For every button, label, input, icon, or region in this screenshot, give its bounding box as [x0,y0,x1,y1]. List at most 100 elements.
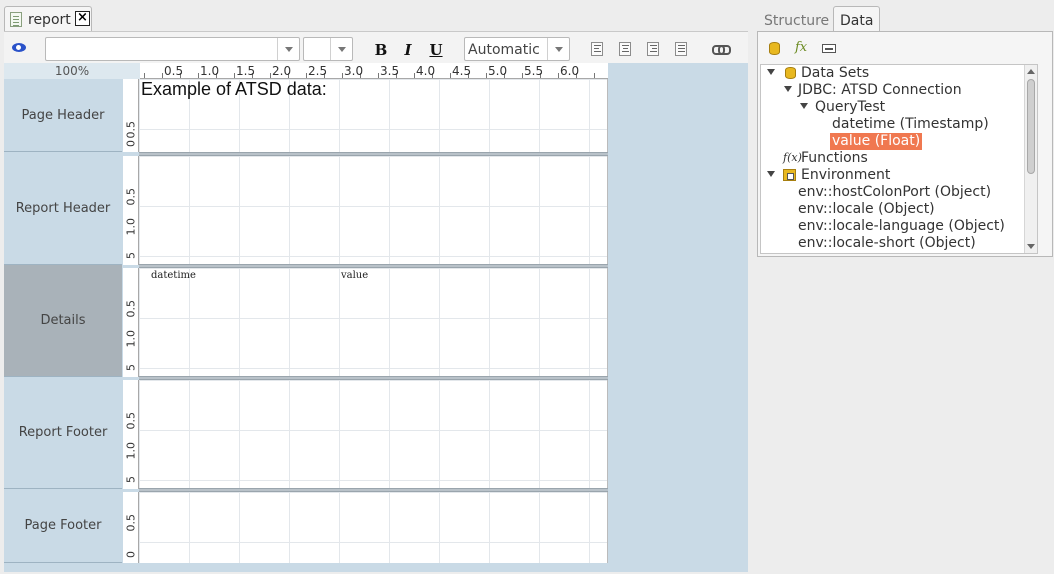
ruler-tick-label: 4.0 [416,64,436,78]
tree-node-data-sets[interactable]: Data Sets [801,65,869,82]
underline-button[interactable]: U [427,41,445,59]
tree-node-functions[interactable]: Functions [801,150,868,167]
field-value[interactable]: value [341,270,368,281]
report-title-label[interactable]: Example of ATSD data: [141,79,327,100]
align-justify-icon[interactable] [675,42,687,56]
ruler-tick-label: 5.0 [488,64,508,78]
expand-toggle-icon[interactable] [767,171,775,177]
font-size-combo[interactable] [303,37,353,61]
tree-node-env-item[interactable]: env::locale-language (Object) [798,218,1005,235]
text-color-combo[interactable]: Automatic [464,37,570,61]
ruler-tick [342,73,343,78]
ruler-label: 0.5 [124,412,138,430]
band-label-report-footer[interactable]: Report Footer [4,377,122,489]
ruler-tick [450,73,451,78]
ruler-label: 0.5 [124,188,138,206]
database-icon [785,67,796,79]
editor-tab-report[interactable]: report × [4,6,92,31]
expand-toggle-icon[interactable] [784,86,792,92]
tree-node-querytest[interactable]: QueryTest [815,99,885,116]
ruler-tick [594,73,595,78]
ruler-tick [270,73,271,78]
ruler-tick [486,73,487,78]
scroll-down-icon[interactable] [1027,244,1035,249]
ruler-tick-label: 5.5 [524,64,544,78]
band-report-header[interactable] [139,156,608,264]
band-page-header[interactable]: Example of ATSD data: [139,79,608,152]
align-left-icon[interactable] [591,42,603,56]
add-data-source-icon[interactable] [769,42,780,55]
tab-data[interactable]: Data [833,6,881,34]
align-right-icon[interactable] [647,42,659,56]
ruler-tick [144,73,145,78]
ruler-tick-label: 2.5 [308,64,328,78]
report-bands: Page Header 0.5 0 Example of ATSD data: … [4,79,624,574]
function-icon[interactable]: fx [795,40,807,55]
italic-button[interactable]: I [399,41,417,59]
ruler-tick-label: 0.5 [164,64,184,78]
chevron-down-icon[interactable] [277,38,299,60]
tab-structure[interactable]: Structure [757,6,836,34]
tree-node-datetime-field[interactable]: datetime (Timestamp) [832,116,989,133]
ruler-label: 5 [124,476,138,483]
panel-tabs: Structure Data [757,3,1054,34]
ruler-label: 5 [124,364,138,371]
ruler-label: 0 [124,551,138,558]
bold-button[interactable]: B [372,41,390,59]
zoom-level: 100% [4,63,140,79]
tree-node-env-item[interactable]: env::hostColonPort (Object) [798,184,991,201]
parameter-icon[interactable] [822,44,836,53]
scroll-up-icon[interactable] [1027,69,1035,74]
ruler-tick-label: 2.0 [272,64,292,78]
align-center-icon[interactable] [619,42,631,56]
band-page-footer[interactable] [139,492,608,563]
chevron-down-icon[interactable] [330,38,352,60]
expand-toggle-icon[interactable] [800,103,808,109]
tree-node-value-field[interactable]: value (Float) [830,133,923,150]
ruler-tick-label: 3.0 [344,64,364,78]
band-ruler: 0.5 0 [123,79,139,152]
band-ruler: 0.5 1.0 5 [123,156,139,265]
band-label-page-footer[interactable]: Page Footer [4,489,122,563]
ruler-label: 0.5 [124,514,138,532]
ruler-tick [234,73,235,78]
ruler-tick-label: 1.0 [200,64,220,78]
band-label-details[interactable]: Details [4,265,122,377]
ruler-tick-label: 6.0 [560,64,580,78]
band-details[interactable]: datetime value [139,268,608,376]
tree-node-env-item[interactable]: env::locale (Object) [798,201,935,218]
tree-node-environment[interactable]: Environment [801,167,890,184]
font-family-combo[interactable] [45,37,300,61]
ruler-label: 1.0 [124,330,138,348]
tree-node-env-item[interactable]: env::locale-short (Object) [798,235,976,252]
close-icon[interactable]: × [75,11,90,26]
format-toolbar: B I U Automatic [4,31,748,63]
band-ruler: 0.5 1.0 5 [123,380,139,489]
band-label-page-header[interactable]: Page Header [4,79,122,152]
environment-icon [783,169,796,181]
tree-scrollbar[interactable] [1024,65,1037,253]
editor-tab-label: report [28,12,71,28]
report-document-icon [10,12,22,27]
band-report-footer[interactable] [139,380,608,488]
chevron-down-icon[interactable] [547,38,569,60]
field-datetime[interactable]: datetime [151,270,196,281]
hyperlink-icon[interactable] [712,45,731,55]
ruler-tick [198,73,199,78]
ruler-tick-label: 1.5 [236,64,256,78]
ruler-tick [162,73,163,78]
band-ruler: 0.5 1.0 5 [123,268,139,377]
ruler-label: 0 [124,140,138,147]
text-color-value: Automatic [468,42,540,58]
band-label-report-header[interactable]: Report Header [4,153,122,265]
expand-toggle-icon[interactable] [767,69,775,75]
eye-icon[interactable] [12,43,26,52]
tree-node-jdbc-connection[interactable]: JDBC: ATSD Connection [798,82,962,99]
ruler-tick [378,73,379,78]
ruler-label: 1.0 [124,218,138,236]
scrollbar-thumb[interactable] [1027,79,1035,174]
ruler-label: 1.0 [124,442,138,460]
data-tree: Data Sets JDBC: ATSD Connection QueryTes… [760,64,1038,254]
ruler-tick [522,73,523,78]
ruler-tick-label: 4.5 [452,64,472,78]
